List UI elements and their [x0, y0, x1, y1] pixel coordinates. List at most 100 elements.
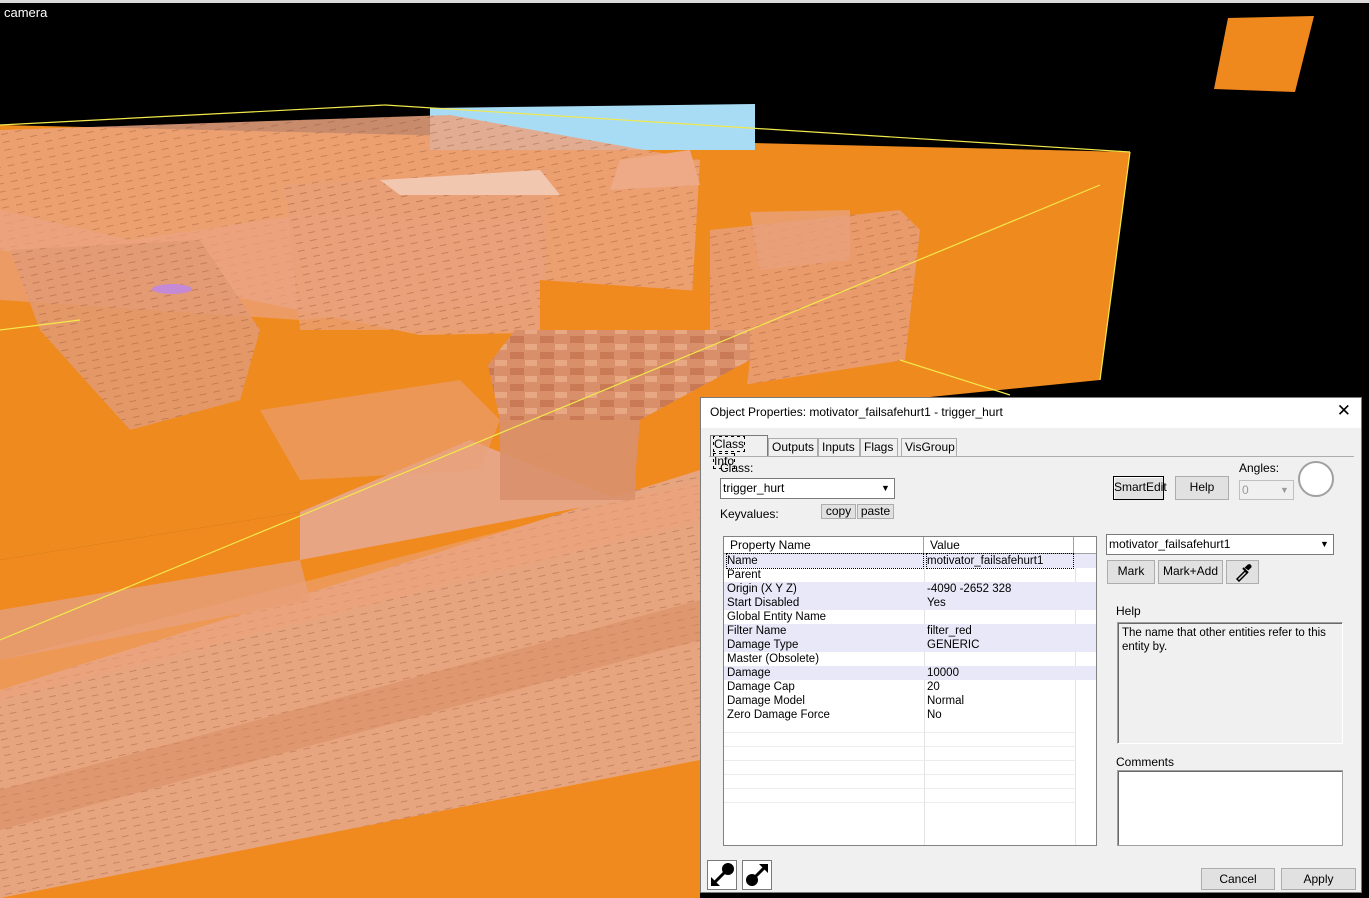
table-row[interactable]: Name motivator_failsafehurt1 — [724, 553, 1096, 569]
tab-flags-label: Flags — [864, 440, 894, 454]
mark-button[interactable]: Mark — [1107, 560, 1155, 584]
table-row[interactable]: Damage Type GENERIC — [724, 638, 1096, 652]
viewport-label: camera — [4, 5, 48, 20]
tab-visgroup[interactable]: VisGroup — [901, 438, 957, 456]
tab-flags[interactable]: Flags — [860, 438, 898, 456]
property-value-cell: filter_red — [927, 625, 972, 637]
mark-button-label: Mark — [1117, 564, 1145, 578]
property-name-cell: Damage Model — [727, 695, 805, 707]
smartedit-button-label: SmartEdit — [1114, 480, 1167, 494]
cancel-button[interactable]: Cancel — [1201, 868, 1275, 890]
grid-empty-line — [724, 774, 1076, 775]
property-name-cell: Parent — [727, 569, 761, 581]
property-name-cell: Start Disabled — [727, 597, 800, 609]
tab-outputs[interactable]: Outputs — [768, 438, 818, 456]
name-combo-value: motivator_failsafehurt1 — [1109, 537, 1231, 551]
angles-combo-value: 0 — [1242, 483, 1249, 497]
object-properties-dialog: Object Properties: motivator_failsafehur… — [700, 397, 1362, 893]
property-name-cell: Origin (X Y Z) — [727, 583, 797, 595]
tab-outputs-label: Outputs — [772, 440, 815, 454]
property-name-cell: Damage — [727, 667, 771, 679]
eyedropper-button[interactable] — [1226, 560, 1259, 584]
tab-inputs-label: Inputs — [822, 440, 855, 454]
table-row[interactable]: Origin (X Y Z) -4090 -2652 328 — [724, 582, 1096, 596]
mark-add-button[interactable]: Mark+Add — [1158, 560, 1223, 584]
property-name-cell: Filter Name — [727, 625, 787, 637]
goto-entity-icon-button[interactable] — [707, 860, 737, 890]
table-row[interactable]: Filter Name filter_red — [724, 624, 1096, 638]
class-label: Class: — [720, 461, 754, 475]
property-value-cell: Yes — [927, 597, 946, 609]
property-name-cell: Master (Obsolete) — [727, 653, 820, 665]
copy-button-label: copy — [825, 504, 852, 518]
comments-field[interactable] — [1117, 770, 1343, 846]
keyvalues-grid[interactable]: Property Name Value Name motivator_failsa… — [723, 536, 1097, 846]
help-text-box: The name that other entities refer to th… — [1117, 622, 1343, 744]
property-name-cell: Name — [726, 553, 924, 569]
property-name-cell: Damage Cap — [727, 681, 795, 693]
table-row[interactable]: Damage Cap 20 — [724, 680, 1096, 694]
apply-button[interactable]: Apply — [1281, 868, 1356, 890]
copy-button[interactable]: copy — [821, 504, 856, 519]
help-button-label: Help — [1189, 480, 1215, 494]
property-value-cell: 20 — [927, 681, 940, 693]
property-value-cell: 10000 — [927, 667, 959, 679]
class-combo-value: trigger_hurt — [723, 481, 785, 495]
help-section-label: Help — [1116, 604, 1141, 618]
property-value-cell: Normal — [927, 695, 965, 707]
grid-empty-line — [724, 760, 1076, 761]
angles-chevron-icon[interactable]: ▼ — [1276, 482, 1292, 499]
help-button[interactable]: Help — [1175, 476, 1229, 500]
angles-combo[interactable]: 0 ▼ — [1239, 480, 1294, 500]
tab-class-info[interactable]: Class Info — [710, 435, 768, 469]
window-top-edge — [0, 0, 1369, 3]
close-icon[interactable]: ✕ — [1337, 402, 1351, 420]
table-row[interactable]: Master (Obsolete) — [724, 652, 1096, 666]
paste-button[interactable]: paste — [857, 504, 894, 519]
class-combo[interactable]: trigger_hurt ▼ — [720, 478, 895, 499]
table-row[interactable]: Damage Model Normal — [724, 694, 1096, 708]
angles-label: Angles: — [1239, 461, 1280, 475]
property-value-cell: -4090 -2652 328 — [927, 583, 1012, 595]
smartedit-button[interactable]: SmartEdit — [1113, 476, 1167, 500]
table-row[interactable]: Global Entity Name — [724, 610, 1096, 624]
header-property-name[interactable]: Property Name — [724, 537, 924, 553]
name-combo[interactable]: motivator_failsafehurt1 ▼ — [1106, 534, 1334, 555]
tab-panel-divider — [709, 456, 1354, 457]
apply-button-label: Apply — [1303, 872, 1334, 886]
grid-empty-line — [724, 788, 1076, 789]
table-row[interactable]: Start Disabled Yes — [724, 596, 1096, 610]
help-text: The name that other entities refer to th… — [1122, 627, 1326, 653]
table-row[interactable]: Zero Damage Force No — [724, 708, 1096, 722]
keyvalues-label: Keyvalues: — [720, 507, 779, 521]
paste-button-label: paste — [860, 504, 891, 518]
property-value-cell: No — [927, 709, 942, 721]
mark-add-button-label: Mark+Add — [1162, 564, 1219, 578]
property-name-cell: Zero Damage Force — [727, 709, 830, 721]
grid-header: Property Name Value — [724, 537, 1096, 554]
name-chevron-icon[interactable]: ▼ — [1316, 536, 1332, 553]
tab-inputs[interactable]: Inputs — [818, 438, 860, 456]
header-value[interactable]: Value — [924, 537, 1074, 553]
eyedropper-icon — [1235, 564, 1252, 582]
property-name-cell: Global Entity Name — [727, 611, 827, 623]
property-value-cell: motivator_failsafehurt1 — [926, 553, 1074, 569]
cancel-button-label: Cancel — [1219, 872, 1257, 886]
property-name-cell: Damage Type — [727, 639, 799, 651]
dialog-titlebar[interactable]: Object Properties: motivator_failsafehur… — [701, 398, 1361, 428]
dialog-title: Object Properties: motivator_failsafehur… — [710, 405, 1003, 419]
arrow-target-icon — [710, 863, 734, 887]
chevron-down-icon[interactable]: ▼ — [877, 480, 893, 497]
tab-visgroup-label: VisGroup — [905, 440, 955, 454]
table-row[interactable]: Parent — [724, 568, 1096, 582]
pick-entity-icon-button[interactable] — [742, 860, 772, 890]
grid-empty-line — [724, 732, 1076, 733]
table-row[interactable]: Damage 10000 — [724, 666, 1096, 680]
property-value-cell: GENERIC — [927, 639, 980, 651]
grid-empty-line — [724, 802, 1076, 803]
grid-empty-line — [724, 746, 1076, 747]
angle-dial-icon[interactable] — [1298, 461, 1334, 497]
arrow-pick-icon — [746, 863, 769, 886]
grid-rows: Name motivator_failsafehurt1 Parent Origin … — [724, 553, 1096, 722]
comments-label: Comments — [1116, 755, 1175, 769]
